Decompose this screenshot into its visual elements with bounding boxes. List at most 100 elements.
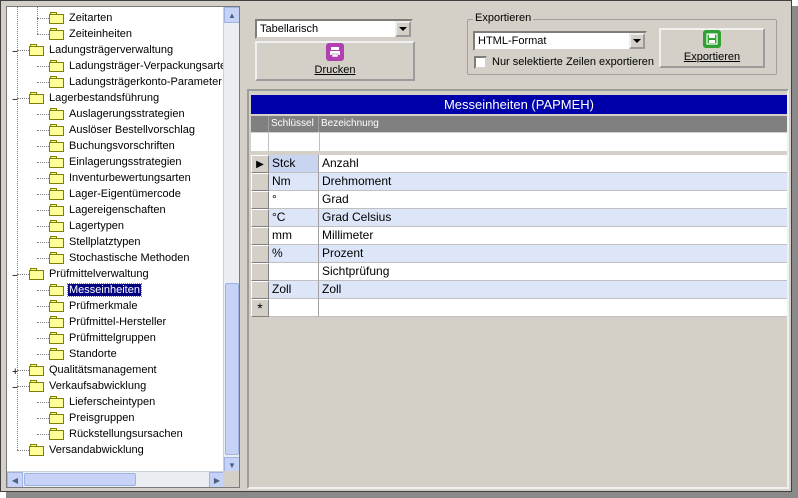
row-selector[interactable] bbox=[251, 281, 269, 299]
panel-splitter[interactable] bbox=[241, 6, 246, 488]
new-row[interactable]: * bbox=[251, 299, 787, 317]
tree-item[interactable]: Lieferscheintypen bbox=[49, 394, 156, 410]
tree-item[interactable]: Lagertypen bbox=[49, 218, 125, 234]
tree-item[interactable]: Messeinheiten bbox=[49, 282, 142, 298]
tree-item[interactable]: Inventurbewertungsarten bbox=[49, 170, 192, 186]
cell-name[interactable]: Sichtprüfung bbox=[319, 263, 787, 281]
row-selector[interactable] bbox=[251, 227, 269, 245]
selected-rows-only-checkbox[interactable] bbox=[474, 56, 487, 69]
tree-item[interactable]: Versandabwicklung bbox=[29, 442, 145, 458]
tree-item[interactable]: Prüfmittel-Hersteller bbox=[49, 314, 167, 330]
tree-item[interactable]: Ladungsträgerkonto-Parameter bbox=[49, 74, 223, 90]
tree-item[interactable]: Stochastische Methoden bbox=[49, 250, 190, 266]
row-selector[interactable] bbox=[251, 245, 269, 263]
tree-horizontal-scrollbar[interactable]: ◀ ▶ bbox=[7, 471, 225, 487]
folder-icon bbox=[49, 300, 65, 312]
tree-item[interactable]: Lagerbestandsführung bbox=[29, 90, 160, 106]
folder-icon bbox=[49, 332, 65, 344]
table-row[interactable]: Zoll Zoll bbox=[251, 281, 787, 299]
tree-item[interactable]: Lager-Eigentümercode bbox=[49, 186, 182, 202]
cell-key[interactable]: Zoll bbox=[269, 281, 319, 299]
navigation-tree: Zeitarten Zeiteinheiten Ladungsträgerverwa… bbox=[6, 6, 240, 488]
tree-connector bbox=[37, 434, 49, 435]
tree-item[interactable]: Prüfmerkmale bbox=[49, 298, 138, 314]
tree-item[interactable]: Stellplatztypen bbox=[49, 234, 142, 250]
export-format-select[interactable]: HTML-Format bbox=[473, 31, 647, 51]
scroll-left-icon[interactable]: ◀ bbox=[7, 472, 23, 487]
view-mode-select[interactable]: Tabellarisch bbox=[255, 19, 413, 39]
tree-item[interactable]: Auslöser Bestellvorschlag bbox=[49, 122, 196, 138]
filter-row[interactable] bbox=[251, 133, 787, 151]
cell-name[interactable]: Grad bbox=[319, 191, 787, 209]
row-selector[interactable] bbox=[251, 263, 269, 281]
folder-icon bbox=[49, 236, 65, 248]
scroll-thumb-horizontal[interactable] bbox=[24, 473, 136, 486]
cell-key[interactable]: °C bbox=[269, 209, 319, 227]
tree-item[interactable]: Auslagerungsstrategien bbox=[49, 106, 186, 122]
filter-row-divider bbox=[319, 133, 320, 151]
tree-vertical-scrollbar[interactable]: ▲ ▼ bbox=[223, 7, 239, 473]
row-selector[interactable] bbox=[251, 173, 269, 191]
table-row[interactable]: °C Grad Celsius bbox=[251, 209, 787, 227]
current-row-indicator-icon[interactable]: ▶ bbox=[251, 155, 269, 173]
export-button[interactable]: Exportieren bbox=[659, 28, 765, 68]
row-selector[interactable] bbox=[251, 191, 269, 209]
cell-key[interactable]: % bbox=[269, 245, 319, 263]
row-selector[interactable] bbox=[251, 209, 269, 227]
tree-item-label: Prüfmittelgruppen bbox=[69, 332, 156, 344]
chevron-down-icon[interactable] bbox=[395, 21, 411, 37]
folder-icon bbox=[49, 412, 65, 424]
cell-key[interactable] bbox=[269, 299, 319, 317]
tree-item[interactable]: Preisgruppen bbox=[49, 410, 135, 426]
tree-item-label: Lager-Eigentümercode bbox=[69, 188, 181, 200]
view-mode-value: Tabellarisch bbox=[260, 23, 319, 35]
print-button[interactable]: Drucken bbox=[255, 41, 415, 81]
table-row[interactable]: % Prozent bbox=[251, 245, 787, 263]
tree-item[interactable]: Rückstellungsursachen bbox=[49, 426, 184, 442]
column-header-key[interactable]: Schlüssel bbox=[269, 116, 319, 132]
tree-connector bbox=[37, 226, 49, 227]
tree-connector bbox=[37, 354, 49, 355]
table-row[interactable]: ▶ Stck Anzahl bbox=[251, 155, 787, 173]
tree-item[interactable]: Buchungsvorschriften bbox=[49, 138, 176, 154]
column-header-name[interactable]: Bezeichnung bbox=[319, 116, 787, 132]
table-row[interactable]: Sichtprüfung bbox=[251, 263, 787, 281]
scroll-thumb-vertical[interactable] bbox=[225, 283, 239, 455]
table-row[interactable]: ° Grad bbox=[251, 191, 787, 209]
tree-item[interactable]: Einlagerungsstrategien bbox=[49, 154, 183, 170]
tree-item[interactable]: Prüfmittelverwaltung bbox=[29, 266, 150, 282]
tree-connector bbox=[37, 34, 49, 35]
cell-key[interactable] bbox=[269, 263, 319, 281]
scroll-up-icon[interactable]: ▲ bbox=[224, 7, 239, 23]
tree-connector bbox=[37, 290, 49, 291]
cell-key[interactable]: mm bbox=[269, 227, 319, 245]
cell-name[interactable]: Prozent bbox=[319, 245, 787, 263]
tree-item[interactable]: Ladungsträgerverwaltung bbox=[29, 42, 174, 58]
tree-item[interactable]: Zeiteinheiten bbox=[49, 26, 133, 42]
cell-key[interactable]: Stck bbox=[269, 155, 319, 173]
cell-name[interactable]: Drehmoment bbox=[319, 173, 787, 191]
tree-item-label: Prüfmittel-Hersteller bbox=[69, 316, 167, 328]
tree-item[interactable]: Lagereigenschaften bbox=[49, 202, 167, 218]
tree-item[interactable]: Zeitarten bbox=[49, 10, 113, 26]
cell-name[interactable] bbox=[319, 299, 787, 317]
cell-key[interactable]: Nm bbox=[269, 173, 319, 191]
folder-icon bbox=[49, 284, 65, 296]
tree-item-label: Lagerbestandsführung bbox=[49, 92, 160, 104]
cell-name[interactable]: Millimeter bbox=[319, 227, 787, 245]
table-row[interactable]: Nm Drehmoment bbox=[251, 173, 787, 191]
new-row-asterisk-icon[interactable]: * bbox=[251, 299, 269, 317]
cell-name[interactable]: Zoll bbox=[319, 281, 787, 299]
tree-item[interactable]: Prüfmittelgruppen bbox=[49, 330, 157, 346]
cell-name[interactable]: Anzahl bbox=[319, 155, 787, 173]
table-row[interactable]: mm Millimeter bbox=[251, 227, 787, 245]
tree-item[interactable]: Verkaufsabwicklung bbox=[29, 378, 147, 394]
tree-connector bbox=[37, 402, 49, 403]
tree-item[interactable]: Standorte bbox=[49, 346, 118, 362]
tree-item[interactable]: Ladungsträger-Verpackungsarte bbox=[49, 58, 225, 74]
cell-key[interactable]: ° bbox=[269, 191, 319, 209]
chevron-down-icon[interactable] bbox=[629, 33, 645, 49]
cell-name[interactable]: Grad Celsius bbox=[319, 209, 787, 227]
tree-item[interactable]: Qualitätsmanagement bbox=[29, 362, 158, 378]
folder-icon bbox=[49, 124, 65, 136]
